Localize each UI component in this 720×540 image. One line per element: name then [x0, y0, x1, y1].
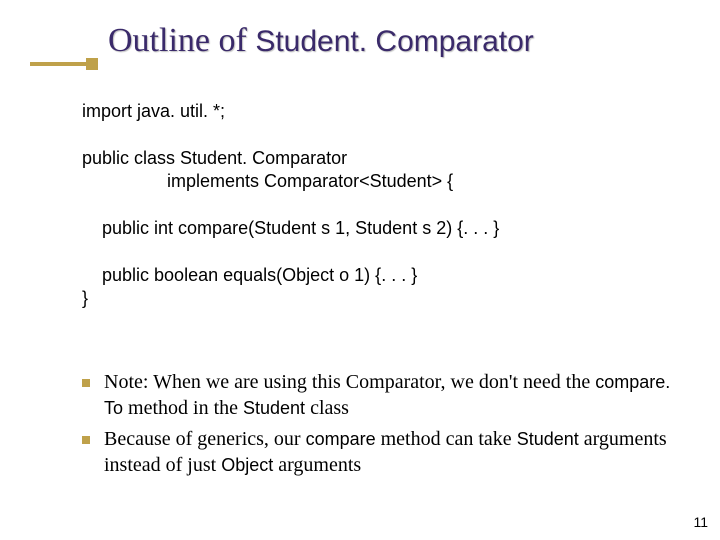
code-block: import java. util. *; public class Stude…	[82, 100, 499, 311]
code-line-import: import java. util. *;	[82, 101, 225, 121]
title-accent	[30, 62, 86, 66]
note1-part-e: class	[305, 397, 349, 419]
note2-code-student: Student	[517, 429, 579, 449]
code-line-compare: public int compare(Student s 1, Student …	[82, 218, 499, 238]
page-number: 11	[693, 514, 708, 530]
note2-part-g: arguments	[273, 454, 361, 476]
note1-code-student: Student	[243, 398, 305, 418]
slide: Outline of Student. Comparator import ja…	[0, 0, 720, 540]
code-line-closebrace: }	[82, 288, 88, 308]
note1-part-c: method in the	[123, 397, 243, 419]
note-item: Because of generics, our compare method …	[82, 427, 680, 478]
bullet-icon	[82, 436, 90, 444]
slide-title: Outline of Student. Comparator	[108, 22, 534, 60]
note2-code-object: Object	[221, 455, 273, 475]
note2-part-c: method can take	[376, 428, 517, 450]
title-prefix: Outline of	[108, 22, 255, 59]
note-text: Because of generics, our compare method …	[104, 427, 680, 478]
note2-code-compare: compare	[306, 429, 376, 449]
code-line-implements: implements Comparator<Student> {	[82, 171, 453, 191]
note-text: Note: When we are using this Comparator,…	[104, 370, 680, 421]
note-item: Note: When we are using this Comparator,…	[82, 370, 680, 421]
code-line-equals: public boolean equals(Object o 1) {. . .…	[82, 265, 417, 285]
notes-list: Note: When we are using this Comparator,…	[82, 370, 680, 484]
note1-part-a: Note: When we are using this Comparator,…	[104, 371, 595, 393]
title-classname: Student. Comparator	[255, 25, 533, 58]
note2-part-a: Because of generics, our	[104, 428, 306, 450]
code-line-classdecl: public class Student. Comparator	[82, 148, 347, 168]
bullet-icon	[82, 379, 90, 387]
